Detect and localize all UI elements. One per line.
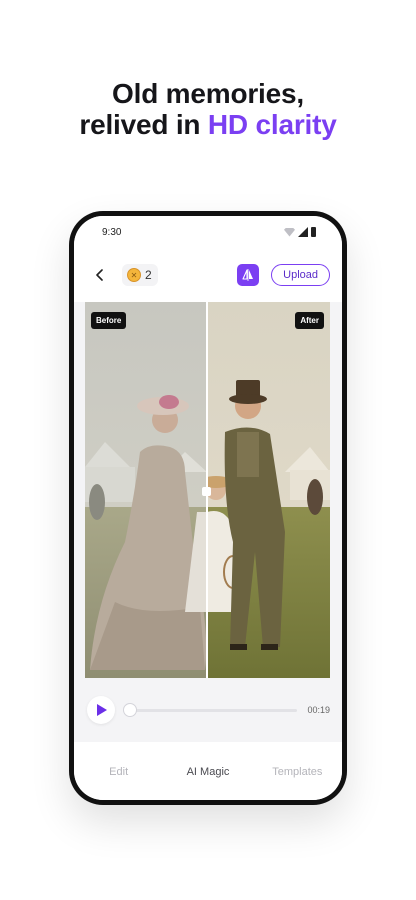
headline-line-2-plain: relived in (79, 109, 208, 140)
tab-templates[interactable]: Templates (253, 764, 342, 778)
tab-edit[interactable]: Edit (74, 764, 163, 778)
play-button[interactable] (87, 696, 115, 724)
coin-icon: ✕ (127, 268, 141, 282)
wifi-icon (284, 227, 295, 237)
progress-thumb[interactable] (123, 702, 137, 717)
phone-screen: 9:30 ✕ 2 Upload Before After 00:19 Edit … (74, 216, 342, 800)
status-bar: 9:30 (74, 216, 342, 248)
compare-button[interactable] (237, 264, 260, 286)
status-icons (284, 227, 316, 237)
bottom-tab-bar: Edit AI Magic Templates (74, 742, 342, 800)
tab-ai-magic[interactable]: AI Magic (163, 764, 252, 778)
status-time: 9:30 (102, 226, 122, 238)
top-bar: ✕ 2 Upload (74, 248, 342, 302)
compare-split-icon (242, 269, 254, 281)
phone-frame: 9:30 ✕ 2 Upload Before After 00:19 Edit … (69, 211, 347, 805)
duration-label: 00:19 (307, 705, 330, 715)
back-button[interactable] (90, 265, 110, 285)
play-icon (97, 704, 107, 716)
credits-badge[interactable]: ✕ 2 (122, 264, 158, 286)
headline-accent: HD clarity (207, 109, 337, 140)
upload-button[interactable]: Upload (271, 264, 330, 286)
chevron-left-icon (96, 269, 103, 281)
before-label: Before (91, 312, 127, 329)
before-after-preview[interactable]: Before After (85, 302, 330, 678)
headline: Old memories, relived in HD clarity (0, 78, 416, 140)
video-player-controls: 00:19 (74, 678, 342, 742)
signal-icon (298, 227, 308, 237)
after-label: After (295, 312, 324, 329)
headline-line-1: Old memories, (112, 78, 304, 109)
divider-handle[interactable] (202, 487, 211, 496)
credits-count: 2 (145, 268, 152, 282)
progress-track[interactable] (123, 702, 298, 717)
headline-line-2: relived in HD clarity (0, 109, 416, 140)
battery-icon (311, 227, 316, 237)
